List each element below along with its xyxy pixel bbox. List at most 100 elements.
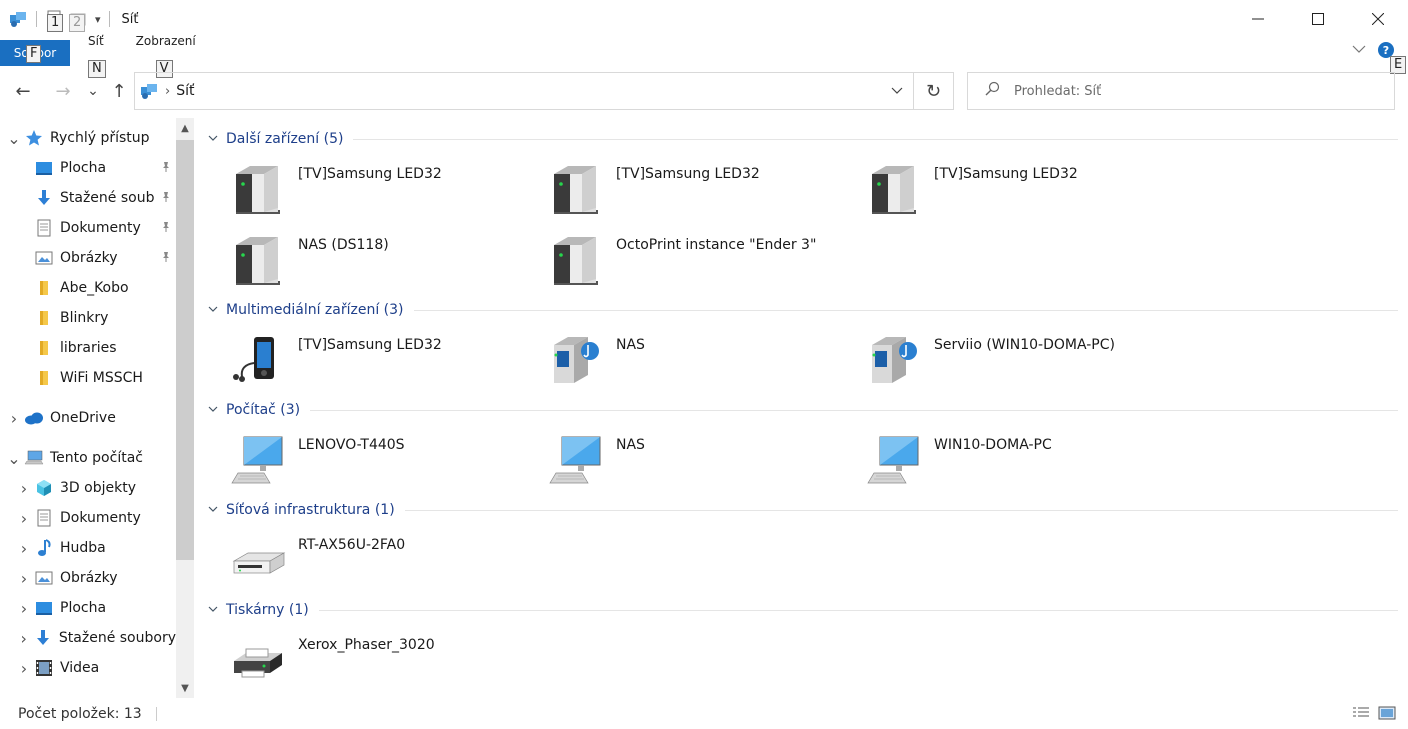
nav-item-label: Obrázky xyxy=(60,570,118,586)
media-server-icon xyxy=(866,333,922,389)
nav-item[interactable]: Blinkry xyxy=(0,303,176,333)
network-device-item[interactable]: [TV]Samsung LED32 xyxy=(526,154,836,216)
computer-icon xyxy=(548,433,604,489)
group-title: Tiskárny (1) xyxy=(226,602,309,618)
computer-icon xyxy=(230,433,286,489)
scroll-up-icon[interactable]: ▲ xyxy=(176,118,194,138)
network-device-item[interactable]: NAS xyxy=(526,325,836,387)
status-separator xyxy=(155,706,157,721)
nav-item[interactable]: › Hudba xyxy=(0,533,176,563)
chevron-down-icon[interactable]: ⌄ xyxy=(4,449,24,468)
chevron-right-icon[interactable]: › xyxy=(4,409,24,428)
tab-file[interactable]: Soubor F xyxy=(0,40,70,66)
nav-item[interactable]: › OneDrive xyxy=(0,403,176,433)
forward-arrow-icon: → xyxy=(55,80,71,102)
nav-item[interactable]: ⌄ Tento počítač xyxy=(0,443,176,473)
back-button[interactable]: ← xyxy=(12,80,34,102)
network-device-item[interactable]: Serviio (WIN10-DOMA-PC) xyxy=(844,325,1154,387)
tab-network[interactable]: Síť N xyxy=(70,34,116,78)
up-button[interactable]: ↑ xyxy=(108,80,130,102)
pin-icon xyxy=(160,251,172,266)
chevron-down-icon[interactable]: ⌄ xyxy=(4,129,24,148)
network-device-item[interactable]: WIN10-DOMA-PC xyxy=(844,425,1154,487)
device-name: NAS (DS118) xyxy=(298,237,389,253)
forward-button[interactable]: → xyxy=(52,80,74,102)
network-device-item[interactable]: NAS xyxy=(526,425,836,487)
search-box[interactable] xyxy=(967,72,1395,110)
group-header[interactable]: Tiskárny (1) xyxy=(208,599,1398,621)
network-device-item[interactable]: NAS (DS118) xyxy=(208,225,518,287)
nav-item[interactable]: Obrázky xyxy=(0,243,176,273)
scroll-down-icon[interactable]: ▼ xyxy=(176,678,194,698)
network-device-item[interactable]: [TV]Samsung LED32 xyxy=(844,154,1154,216)
nav-item[interactable]: › Obrázky xyxy=(0,563,176,593)
expand-ribbon-icon[interactable] xyxy=(1352,43,1366,57)
nav-item[interactable]: Stažené soub xyxy=(0,183,176,213)
chevron-right-icon[interactable]: › xyxy=(14,659,34,678)
chevron-down-icon[interactable] xyxy=(208,505,226,516)
music-icon xyxy=(34,539,54,557)
chevron-down-icon[interactable] xyxy=(208,134,226,145)
network-device-item[interactable]: RT-AX56U-2FA0 xyxy=(208,525,518,587)
chevron-right-icon[interactable]: › xyxy=(14,569,34,588)
search-input[interactable] xyxy=(1014,83,1374,99)
chevron-right-icon[interactable]: › xyxy=(14,629,33,648)
network-device-item[interactable]: [TV]Samsung LED32 xyxy=(208,325,518,387)
navigation-pane: ▲ ▼ ⌄ Rychlý přístup Plocha Stažené soub Dok… xyxy=(0,116,196,698)
chevron-down-icon[interactable] xyxy=(208,305,226,316)
nav-scrollbar[interactable]: ▲ ▼ xyxy=(176,118,194,698)
minimize-button[interactable] xyxy=(1228,0,1288,38)
chevron-down-icon[interactable] xyxy=(208,605,226,616)
minimize-icon xyxy=(1252,18,1264,20)
nav-item[interactable]: › Plocha xyxy=(0,593,176,623)
group-header[interactable]: Multimediální zařízení (3) xyxy=(208,299,1398,321)
chevron-right-icon[interactable]: › xyxy=(14,599,34,618)
address-dropdown-icon[interactable] xyxy=(891,85,903,100)
group-divider xyxy=(353,138,1398,140)
breadcrumb-separator-icon[interactable]: › xyxy=(165,84,170,99)
nav-item[interactable]: › Stažené soubory xyxy=(0,623,176,653)
new-folder-icon[interactable]: 2 xyxy=(69,10,87,32)
nav-item[interactable]: ⌄ Rychlý přístup xyxy=(0,123,176,153)
pin-icon xyxy=(160,221,172,236)
network-device-item[interactable]: LENOVO-T440S xyxy=(208,425,518,487)
tab-view[interactable]: Zobrazení V xyxy=(116,34,208,78)
nav-item[interactable]: › Dokumenty xyxy=(0,503,176,533)
nav-item[interactable]: libraries xyxy=(0,333,176,363)
nav-item[interactable]: Dokumenty xyxy=(0,213,176,243)
recent-locations-button[interactable]: ⌄ xyxy=(82,80,104,102)
address-bar[interactable]: › Síť xyxy=(134,72,914,110)
network-device-item[interactable]: Xerox_Phaser_3020 xyxy=(208,625,518,687)
cloud-icon xyxy=(24,409,44,427)
pin-icon xyxy=(160,161,172,176)
title-separator xyxy=(108,11,110,27)
qat-dropdown-icon[interactable]: ▾ xyxy=(95,13,101,26)
network-device-item[interactable]: OctoPrint instance "Ender 3" xyxy=(526,225,836,287)
group-header[interactable]: Síťová infrastruktura (1) xyxy=(208,499,1398,521)
properties-icon[interactable]: 1 xyxy=(45,10,64,32)
scroll-thumb[interactable] xyxy=(176,140,194,560)
network-device-item[interactable]: [TV]Samsung LED32 xyxy=(208,154,518,216)
nav-item[interactable]: WiFi MSSCH xyxy=(0,363,176,393)
group-header[interactable]: Další zařízení (5) xyxy=(208,128,1398,150)
close-button[interactable] xyxy=(1348,0,1408,38)
chevron-down-icon: ⌄ xyxy=(87,83,99,99)
network-location-icon xyxy=(139,81,159,101)
server-icon xyxy=(548,233,604,289)
nav-item[interactable]: › Videa xyxy=(0,653,176,683)
chevron-down-icon[interactable] xyxy=(208,405,226,416)
network-app-icon[interactable] xyxy=(8,9,28,29)
chevron-right-icon[interactable]: › xyxy=(14,539,34,558)
chevron-right-icon[interactable]: › xyxy=(14,509,34,528)
maximize-button[interactable] xyxy=(1288,0,1348,38)
breadcrumb-network[interactable]: Síť xyxy=(176,83,194,99)
nav-item[interactable]: › 3D objekty xyxy=(0,473,176,503)
server-icon xyxy=(548,162,604,218)
details-view-icon[interactable] xyxy=(1352,705,1370,721)
large-icons-view-icon[interactable] xyxy=(1378,705,1396,721)
group-header[interactable]: Počítač (3) xyxy=(208,399,1398,421)
refresh-button[interactable]: ↻ xyxy=(914,72,954,110)
nav-item[interactable]: Plocha xyxy=(0,153,176,183)
chevron-right-icon[interactable]: › xyxy=(14,479,34,498)
nav-item[interactable]: Abe_Kobo xyxy=(0,273,176,303)
